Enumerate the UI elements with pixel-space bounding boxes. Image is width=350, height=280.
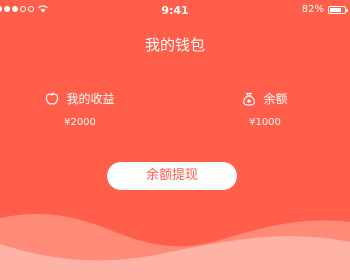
- clock: 9:41: [161, 4, 189, 17]
- battery-area: 82%: [301, 4, 348, 15]
- status-bar: 9:41 82%: [0, 0, 350, 22]
- bottom-wave-decoration: [0, 214, 350, 280]
- battery-percent: 82%: [301, 4, 324, 15]
- balance-stat[interactable]: 余额 ¥1000: [205, 90, 325, 128]
- balance-label: 余额: [263, 92, 288, 106]
- earnings-label: 我的收益: [66, 92, 115, 106]
- battery-level: [330, 7, 342, 12]
- money-bag-icon: [242, 92, 256, 106]
- earnings-stat[interactable]: 我的收益 ¥2000: [20, 90, 140, 128]
- balance-value: ¥1000: [249, 117, 281, 128]
- apple-icon: [45, 92, 59, 105]
- earnings-value: ¥2000: [64, 117, 96, 128]
- battery-icon: [328, 5, 348, 14]
- page-title: 我的钱包: [144, 36, 205, 54]
- withdraw-button[interactable]: 余额提现: [107, 162, 237, 190]
